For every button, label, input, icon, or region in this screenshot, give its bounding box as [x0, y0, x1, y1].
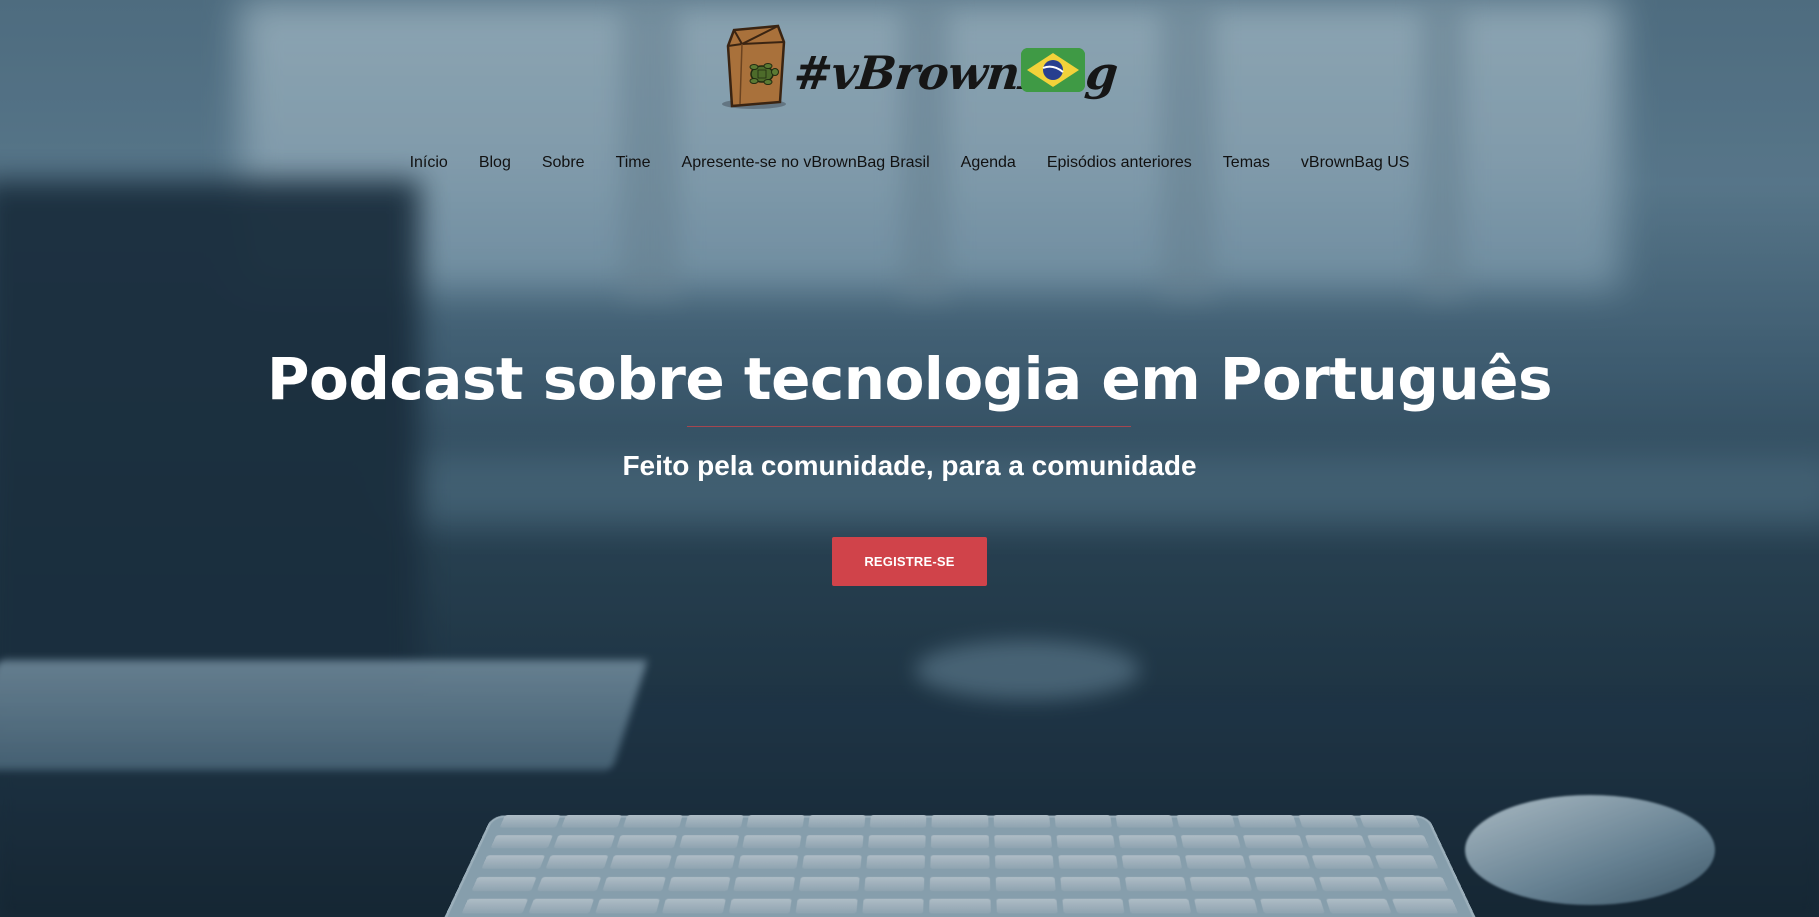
nav-item-temas[interactable]: Temas: [1207, 150, 1285, 176]
nav-item-blog[interactable]: Blog: [463, 150, 526, 176]
nav-item-vbrownbag-us[interactable]: vBrownBag US: [1285, 150, 1425, 176]
hero-subtitle: Feito pela comunidade, para a comunidade: [622, 450, 1197, 481]
register-button[interactable]: REGISTRE-SE: [832, 537, 987, 586]
nav-item-inicio[interactable]: Início: [394, 150, 463, 176]
main-nav: Início Blog Sobre Time Apresente-se no v…: [0, 150, 1819, 176]
title-divider: [687, 426, 1131, 427]
nav-item-agenda[interactable]: Agenda: [945, 150, 1031, 176]
hero-section: #vBrownBag Início Blog Sobre Time Aprese…: [0, 0, 1819, 917]
brazil-flag-icon[interactable]: [1021, 48, 1085, 92]
brown-bag-turtle-icon: [718, 18, 790, 110]
nav-item-apresente-se[interactable]: Apresente-se no vBrownBag Brasil: [666, 150, 945, 176]
nav-item-sobre[interactable]: Sobre: [526, 150, 600, 176]
nav-item-episodios-anteriores[interactable]: Episódios anteriores: [1031, 150, 1207, 176]
nav-item-time[interactable]: Time: [600, 150, 666, 176]
hero-title: Podcast sobre tecnologia em Português: [267, 345, 1553, 413]
